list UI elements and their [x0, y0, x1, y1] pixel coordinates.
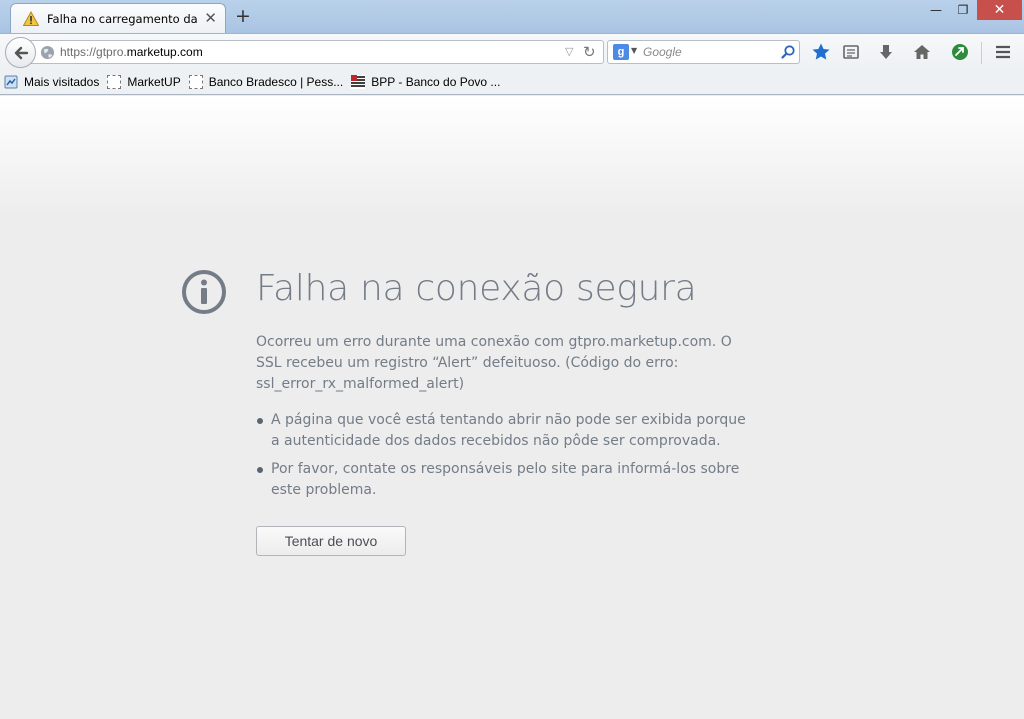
download-icon[interactable] [875, 41, 897, 63]
try-again-button[interactable]: Tentar de novo [256, 526, 406, 556]
list-item: A página que você está tentando abrir nã… [256, 410, 756, 452]
search-icon[interactable] [780, 44, 796, 60]
hamburger-menu-icon[interactable] [992, 41, 1014, 63]
bookmark-banco-bradesco[interactable]: Banco Bradesco | Pess... [188, 74, 344, 89]
error-page: Falha na conexão segura Ocorreu um erro … [0, 96, 1024, 719]
bookmark-bpp[interactable]: BPP - Banco do Povo ... [351, 74, 501, 89]
bookmark-label: MarketUP [127, 74, 181, 89]
bookmarks-toolbar: Mais visitados MarketUP Banco Bradesco |… [0, 69, 1024, 95]
bookmark-star-icon[interactable] [810, 41, 832, 63]
addon-extension-icon[interactable] [949, 41, 971, 63]
reading-list-icon[interactable] [840, 41, 862, 63]
error-hints-list: A página que você está tentando abrir nã… [256, 410, 756, 508]
search-bar[interactable]: g ▼ [607, 40, 800, 64]
engine-dropdown-icon[interactable]: ▼ [631, 46, 637, 55]
back-arrow-icon [14, 46, 28, 59]
navigation-bar: https://gtpro.marketup.com ▽ ↻ g ▼ [0, 33, 1024, 69]
tab-close-icon[interactable]: ✕ [204, 11, 217, 26]
info-icon [182, 270, 226, 314]
url-bar[interactable]: https://gtpro.marketup.com ▽ ↻ [26, 40, 604, 64]
warning-icon [23, 10, 39, 26]
error-description: Ocorreu um erro durante uma conexão com … [256, 334, 732, 392]
google-engine-icon[interactable]: g [613, 44, 629, 60]
toolbar-separator [981, 42, 982, 64]
search-input[interactable] [643, 43, 773, 61]
url-history-dropdown-icon[interactable]: ▽ [565, 45, 573, 58]
tab-active[interactable]: Falha no carregamento da ... ✕ [10, 3, 226, 33]
home-icon[interactable] [911, 41, 933, 63]
new-tab-button[interactable]: + [231, 5, 255, 27]
bookmark-label: Mais visitados [24, 74, 100, 89]
list-item: Por favor, contate os responsáveis pelo … [256, 459, 756, 501]
bookmark-label: Banco Bradesco | Pess... [208, 74, 344, 89]
maximize-button[interactable]: ❐ [950, 0, 976, 20]
url-text[interactable]: https://gtpro.marketup.com [60, 45, 203, 59]
page-icon [188, 74, 203, 89]
close-window-button[interactable]: ✕ [977, 0, 1022, 20]
bookmark-mais-visitados[interactable]: Mais visitados [4, 75, 99, 89]
bookmark-label: BPP - Banco do Povo ... [371, 74, 501, 89]
tab-title: Falha no carregamento da ... [47, 11, 199, 26]
reload-icon[interactable]: ↻ [583, 43, 596, 61]
back-button[interactable] [5, 37, 36, 68]
title-bar: Falha no carregamento da ... ✕ + — ❐ ✕ [0, 0, 1024, 33]
globe-icon [40, 45, 55, 60]
page-icon [107, 74, 122, 89]
bpp-flag-icon [351, 74, 366, 89]
most-visited-icon [4, 75, 18, 88]
page-title: Falha na conexão segura [256, 268, 697, 309]
bookmark-marketup[interactable]: MarketUP [107, 74, 181, 89]
minimize-button[interactable]: — [922, 0, 950, 20]
